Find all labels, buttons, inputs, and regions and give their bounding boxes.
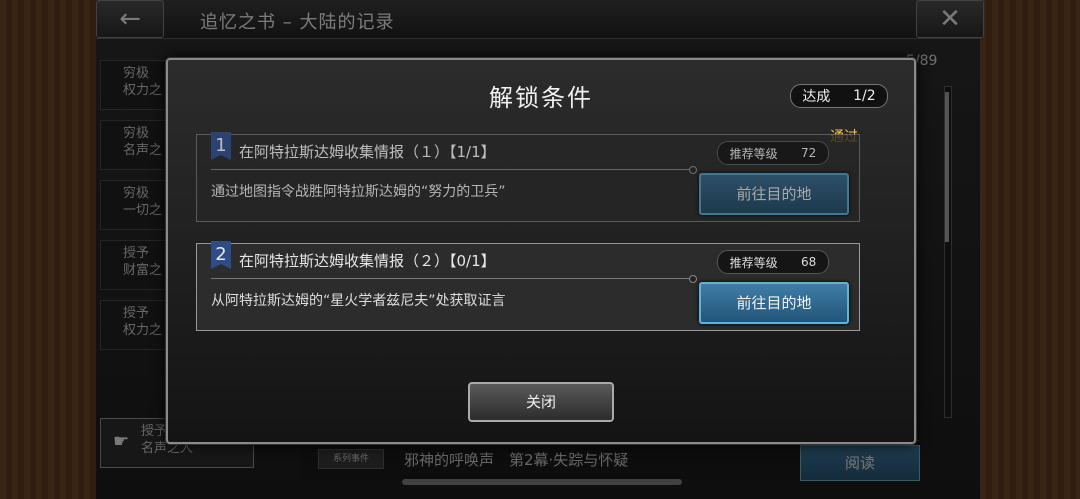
recommended-level: 推荐等级 68 xyxy=(717,250,829,274)
unlock-conditions-dialog: 解锁条件 达成 1/2 通过 1 在阿特拉斯达姆收集情报（１）【1/1】 推荐等… xyxy=(166,58,916,444)
go-to-destination-button[interactable]: 前往目的地 xyxy=(699,282,849,324)
condition-title: 在阿特拉斯达姆收集情报（１）【1/1】 xyxy=(239,143,496,161)
close-button[interactable]: 关闭 xyxy=(468,382,614,422)
condition-card-2: 2 在阿特拉斯达姆收集情报（２）【0/1】 推荐等级 68 从阿特拉斯达姆的“星… xyxy=(196,241,860,331)
condition-number-flag: 2 xyxy=(211,241,231,269)
progress-label: 达成 xyxy=(802,89,831,105)
divider-line xyxy=(211,166,697,174)
progress-value: 1/2 xyxy=(853,88,876,104)
condition-card-1: 1 在阿特拉斯达姆收集情报（１）【1/1】 推荐等级 72 通过地图指令战胜阿特… xyxy=(196,132,860,222)
divider-line xyxy=(211,275,697,283)
level-value: 72 xyxy=(801,146,817,160)
level-value: 68 xyxy=(801,255,817,269)
condition-description: 从阿特拉斯达姆的“星火学者兹尼夫”处获取证言 xyxy=(211,293,506,309)
progress-badge: 达成 1/2 xyxy=(790,84,888,108)
level-label: 推荐等级 xyxy=(729,146,778,161)
level-label: 推荐等级 xyxy=(729,255,778,270)
condition-number-flag: 1 xyxy=(211,132,231,160)
condition-title: 在阿特拉斯达姆收集情报（２）【0/1】 xyxy=(239,252,496,270)
recommended-level: 推荐等级 72 xyxy=(717,141,829,165)
condition-description: 通过地图指令战胜阿特拉斯达姆的“努力的卫兵” xyxy=(211,184,506,200)
go-to-destination-button[interactable]: 前往目的地 xyxy=(699,173,849,215)
